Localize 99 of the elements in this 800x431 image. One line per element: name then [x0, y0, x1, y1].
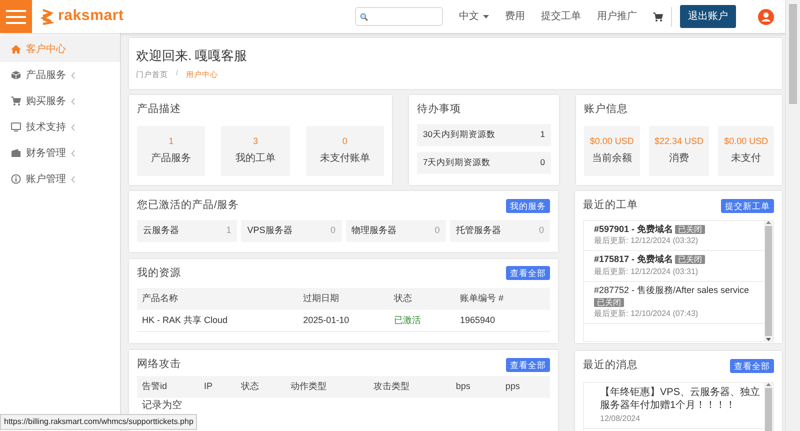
column-header: pps	[500, 376, 550, 398]
ticket-updated: 最后更新: 12/10/2024 (07:43)	[594, 308, 700, 320]
stat-label: 我的工单	[235, 152, 276, 166]
stat-value: 1	[168, 135, 174, 148]
panel-title: 网络攻击	[137, 357, 181, 372]
todo-count: 1	[540, 128, 545, 141]
status-label: 已关闭	[675, 255, 706, 264]
view-all-button[interactable]: 查看全部	[506, 266, 550, 280]
todo-label: 7天内到期资源数	[423, 156, 491, 169]
monitor-icon	[11, 122, 21, 132]
nav-link[interactable]: 提交工单	[541, 9, 581, 24]
caret-icon	[483, 14, 489, 18]
panel-title: 账户信息	[584, 102, 628, 117]
sidebar-item[interactable]: 产品服务	[0, 62, 120, 88]
scroll-up-icon	[766, 220, 771, 224]
column-header: 状态	[388, 288, 455, 310]
column-header: 动作类型	[286, 376, 368, 398]
news-title: 【年终钜惠】VPS、云服务器、独立服务器年付加赠1个月！！！！	[600, 386, 760, 412]
stat-label: 未支付账单	[320, 152, 370, 166]
stat-value: 3	[252, 135, 258, 148]
panel-title: 产品描述	[137, 102, 181, 117]
wallet-icon	[11, 148, 21, 158]
user-avatar-icon[interactable]	[758, 8, 774, 24]
sidebar-item[interactable]: 购买服务	[0, 88, 120, 114]
news-date: 12/08/2024	[600, 412, 642, 424]
column-header: 状态	[236, 376, 286, 398]
panel-title: 最近的消息	[583, 358, 638, 373]
menu-button[interactable]	[0, 0, 32, 33]
scroll-up-icon	[766, 382, 771, 386]
column-header: IP	[198, 376, 236, 398]
scroll-down-icon	[766, 338, 771, 340]
column-header: 告警id	[137, 376, 199, 398]
ticket-updated: 最后更新: 12/12/2024 (03:31)	[594, 266, 700, 278]
table-cell: 1965940	[455, 310, 550, 332]
stat-value: $22.34 USD	[654, 135, 704, 148]
column-header: 过期日期	[298, 288, 389, 310]
column-header: 攻击类型	[368, 376, 451, 398]
menu-icon	[6, 10, 26, 24]
sidebar-item[interactable]: 技术支持	[0, 114, 120, 140]
service-count: 1	[226, 224, 232, 237]
brand-name: raksmart	[58, 6, 124, 26]
status-label: 已关闭	[594, 298, 624, 307]
ticket-updated: 最后更新: 12/12/2024 (03:32)	[594, 235, 700, 248]
cart-link[interactable]	[653, 12, 663, 22]
stat-label: 当前余额	[592, 152, 632, 166]
view-all-button[interactable]: 查看全部	[506, 358, 550, 372]
view-all-button[interactable]: 查看全部	[730, 358, 774, 373]
table-cell: 2025-01-10	[298, 310, 389, 332]
service-label: 托管服务器	[456, 224, 501, 237]
service-count: 0	[330, 224, 336, 237]
new-ticket-button[interactable]: 提交新工单	[721, 198, 774, 213]
logo-icon	[40, 8, 54, 24]
stat-value: $0.00 USD	[590, 135, 634, 148]
stat-value: 0	[342, 135, 348, 148]
ticket-item[interactable]: #175817 - 免费域名 已关闭 最后更新: 12/12/2024 (03:31)	[584, 251, 764, 282]
panel-title: 您已激活的产品/服务	[137, 198, 239, 213]
ticket-title: #597901 - 免费域名	[594, 224, 674, 234]
page-title: 欢迎回来. 嘎嘎客服	[136, 47, 248, 65]
stat-label: 产品服务	[151, 152, 192, 166]
service-count: 0	[538, 224, 544, 237]
status-text: 已激活	[388, 310, 455, 332]
service-label: 物理服务器	[352, 224, 396, 237]
todo-label: 30天内到期资源数	[423, 128, 496, 141]
nav-link[interactable]: 费用	[505, 9, 525, 24]
scrollbar[interactable]	[764, 220, 773, 340]
status-label: 已关闭	[675, 224, 706, 234]
status-url: https://billing.raksmart.com/whmcs/supporttickets.php	[0, 414, 198, 430]
empty-message: 记录为空	[141, 400, 183, 412]
ticket-title: #175817 - 免费域名	[594, 254, 674, 264]
ticket-item[interactable]: #597901 - 免费域名 已关闭 最后更新: 12/12/2024 (03:32)	[584, 220, 764, 252]
logout-button[interactable]: 退出账户	[680, 5, 736, 28]
panel-title: 最近的工单	[583, 198, 638, 213]
stat-label: 消费	[669, 152, 689, 166]
stat-label: 未支付	[731, 152, 762, 166]
page-scrollbar[interactable]	[785, 0, 800, 431]
service-label: VPS服务器	[247, 224, 292, 237]
sidebar-item[interactable]: 财务管理	[0, 140, 120, 166]
panel-title: 我的资源	[137, 266, 181, 280]
search-icon	[360, 12, 368, 20]
home-icon	[11, 44, 21, 54]
service-label: 云服务器	[143, 224, 179, 237]
sidebar-item[interactable]: 账户管理	[0, 166, 120, 192]
column-header: 产品名称	[137, 288, 298, 310]
stat-value: $0.00 USD	[724, 135, 768, 148]
language-dropdown[interactable]: 中文	[459, 9, 489, 24]
nav-link[interactable]: 用户推广	[597, 9, 637, 24]
panel-title: 待办事项	[417, 102, 461, 117]
ticket-title: #287752 - 售後服務/After sales service	[594, 284, 750, 295]
cart-icon	[11, 96, 21, 106]
info-icon	[11, 174, 21, 184]
column-header: 账单编号 #	[455, 288, 550, 310]
cart-icon	[653, 12, 663, 22]
my-services-button[interactable]: 我的服务	[506, 198, 550, 213]
service-count: 0	[434, 224, 440, 237]
todo-count: 0	[540, 156, 545, 169]
column-header: bps	[450, 376, 500, 398]
box-icon	[11, 70, 21, 80]
table-cell: HK - RAK 共享 Cloud	[137, 310, 298, 332]
search-field[interactable]	[355, 7, 443, 26]
